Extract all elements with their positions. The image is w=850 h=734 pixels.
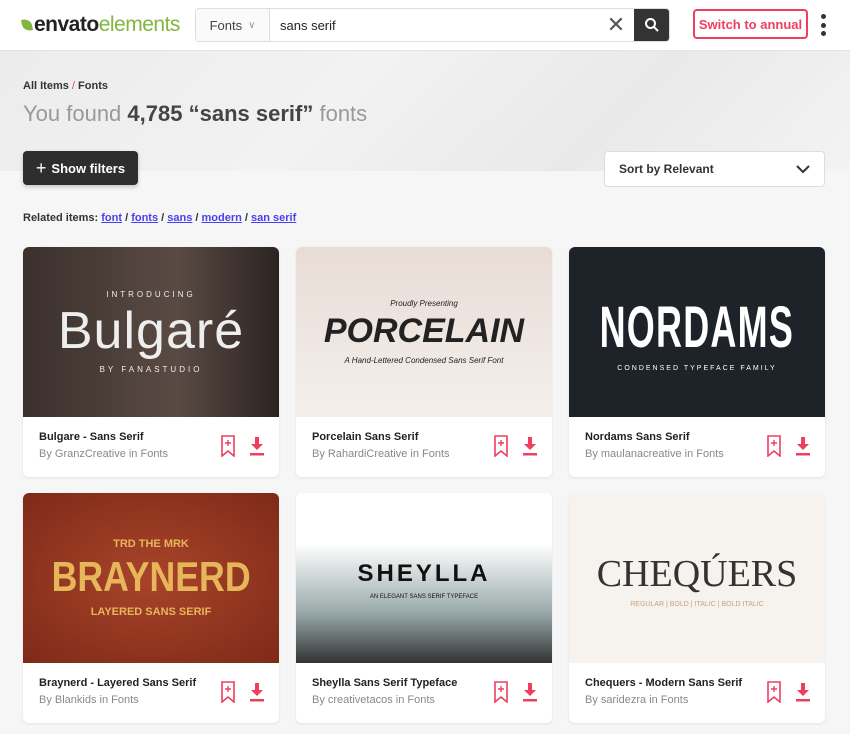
font-preview-image[interactable]: CHEQÚERS REGULAR | BOLD | ITALIC | BOLD … (569, 493, 825, 663)
related-link[interactable]: font (101, 212, 122, 224)
breadcrumb-all-items[interactable]: All Items (23, 80, 69, 92)
breadcrumb: All Items / Fonts (23, 80, 108, 92)
page-title: You found 4,785 “sans serif” fonts (23, 101, 368, 126)
font-preview-image[interactable]: SHEYLLA AN ELEGANT SANS SERIF TYPEFACE (296, 493, 552, 663)
preview-bottom-text: BY FANASTUDIO (99, 365, 203, 374)
envato-logo[interactable]: envato elements (21, 13, 180, 37)
download-icon[interactable] (522, 436, 538, 456)
download-icon[interactable] (249, 682, 265, 702)
preview-bottom-text: A Hand-Lettered Condensed Sans Serif Fon… (344, 356, 504, 365)
preview-top-text: INTRODUCING (106, 290, 196, 299)
bookmark-add-icon[interactable] (221, 681, 235, 703)
search-icon (644, 18, 659, 32)
bookmark-add-icon[interactable] (494, 681, 508, 703)
top-header: envatoelements Fonts∨ ✕ Switch to annual (0, 0, 850, 51)
search-bar: Fonts∨ ✕ (195, 8, 670, 42)
download-icon[interactable] (249, 436, 265, 456)
preview-bottom-text: CONDENSED TYPEFACE FAMILY (617, 364, 777, 372)
related-link[interactable]: sans (167, 212, 192, 224)
bookmark-add-icon[interactable] (767, 681, 781, 703)
chevron-down-icon: ∨ (248, 19, 256, 31)
preview-bottom-text: LAYERED SANS SERIF (90, 606, 212, 618)
preview-main-text: Bulgaré (57, 302, 245, 360)
search-input[interactable] (270, 9, 598, 41)
bookmark-add-icon[interactable] (494, 435, 508, 457)
font-preview-image[interactable]: Proudly Presenting PORCELAIN A Hand-Lett… (296, 247, 552, 417)
font-preview-image[interactable]: NORDAMS CONDENSED TYPEFACE FAMILY (569, 247, 825, 417)
show-filters-button[interactable]: + Show filters (23, 151, 138, 185)
switch-to-annual-button[interactable]: Switch to annual (693, 9, 808, 39)
download-icon[interactable] (795, 436, 811, 456)
bookmark-add-icon[interactable] (767, 435, 781, 457)
font-card[interactable]: CHEQÚERS REGULAR | BOLD | ITALIC | BOLD … (569, 493, 825, 723)
preview-main-text: SHEYLLA (357, 560, 491, 587)
preview-main-text: PORCELAIN (323, 312, 525, 350)
sort-dropdown[interactable]: Sort by Relevant (604, 151, 825, 187)
font-card[interactable]: NORDAMS CONDENSED TYPEFACE FAMILY Nordam… (569, 247, 825, 477)
category-dropdown[interactable]: Fonts ∨ (196, 9, 270, 41)
related-items: Related items: font / fonts / sans / mod… (23, 212, 297, 224)
preview-top-text: TRD THE MRK (113, 538, 189, 550)
breadcrumb-fonts[interactable]: Fonts (78, 80, 108, 92)
bookmark-add-icon[interactable] (221, 435, 235, 457)
related-link[interactable]: modern (202, 212, 242, 224)
leaf-icon (21, 18, 33, 32)
preview-main-text: CHEQÚERS (596, 552, 798, 595)
download-icon[interactable] (795, 682, 811, 702)
search-button[interactable] (634, 9, 669, 41)
clear-search-icon[interactable]: ✕ (598, 9, 634, 41)
preview-main-text: NORDAMS (599, 294, 795, 360)
preview-bottom-text: AN ELEGANT SANS SERIF TYPEFACE (369, 594, 479, 600)
chevron-down-icon (796, 164, 810, 173)
font-card[interactable]: TRD THE MRK BRAYNERD LAYERED SANS SERIF … (23, 493, 279, 723)
font-card[interactable]: INTRODUCING Bulgaré BY FANASTUDIO Bulgar… (23, 247, 279, 477)
preview-top-text: Proudly Presenting (390, 299, 458, 308)
related-link[interactable]: san serif (251, 212, 296, 224)
download-icon[interactable] (522, 682, 538, 702)
related-link[interactable]: fonts (131, 212, 158, 224)
font-card[interactable]: SHEYLLA AN ELEGANT SANS SERIF TYPEFACE S… (296, 493, 552, 723)
preview-bottom-text: REGULAR | BOLD | ITALIC | BOLD ITALIC (630, 600, 764, 608)
font-card[interactable]: Proudly Presenting PORCELAIN A Hand-Lett… (296, 247, 552, 477)
font-preview-image[interactable]: TRD THE MRK BRAYNERD LAYERED SANS SERIF (23, 493, 279, 663)
font-preview-image[interactable]: INTRODUCING Bulgaré BY FANASTUDIO (23, 247, 279, 417)
plus-icon: + (35, 157, 47, 178)
preview-main-text: BRAYNERD (51, 553, 251, 600)
more-menu-icon[interactable] (820, 14, 826, 36)
